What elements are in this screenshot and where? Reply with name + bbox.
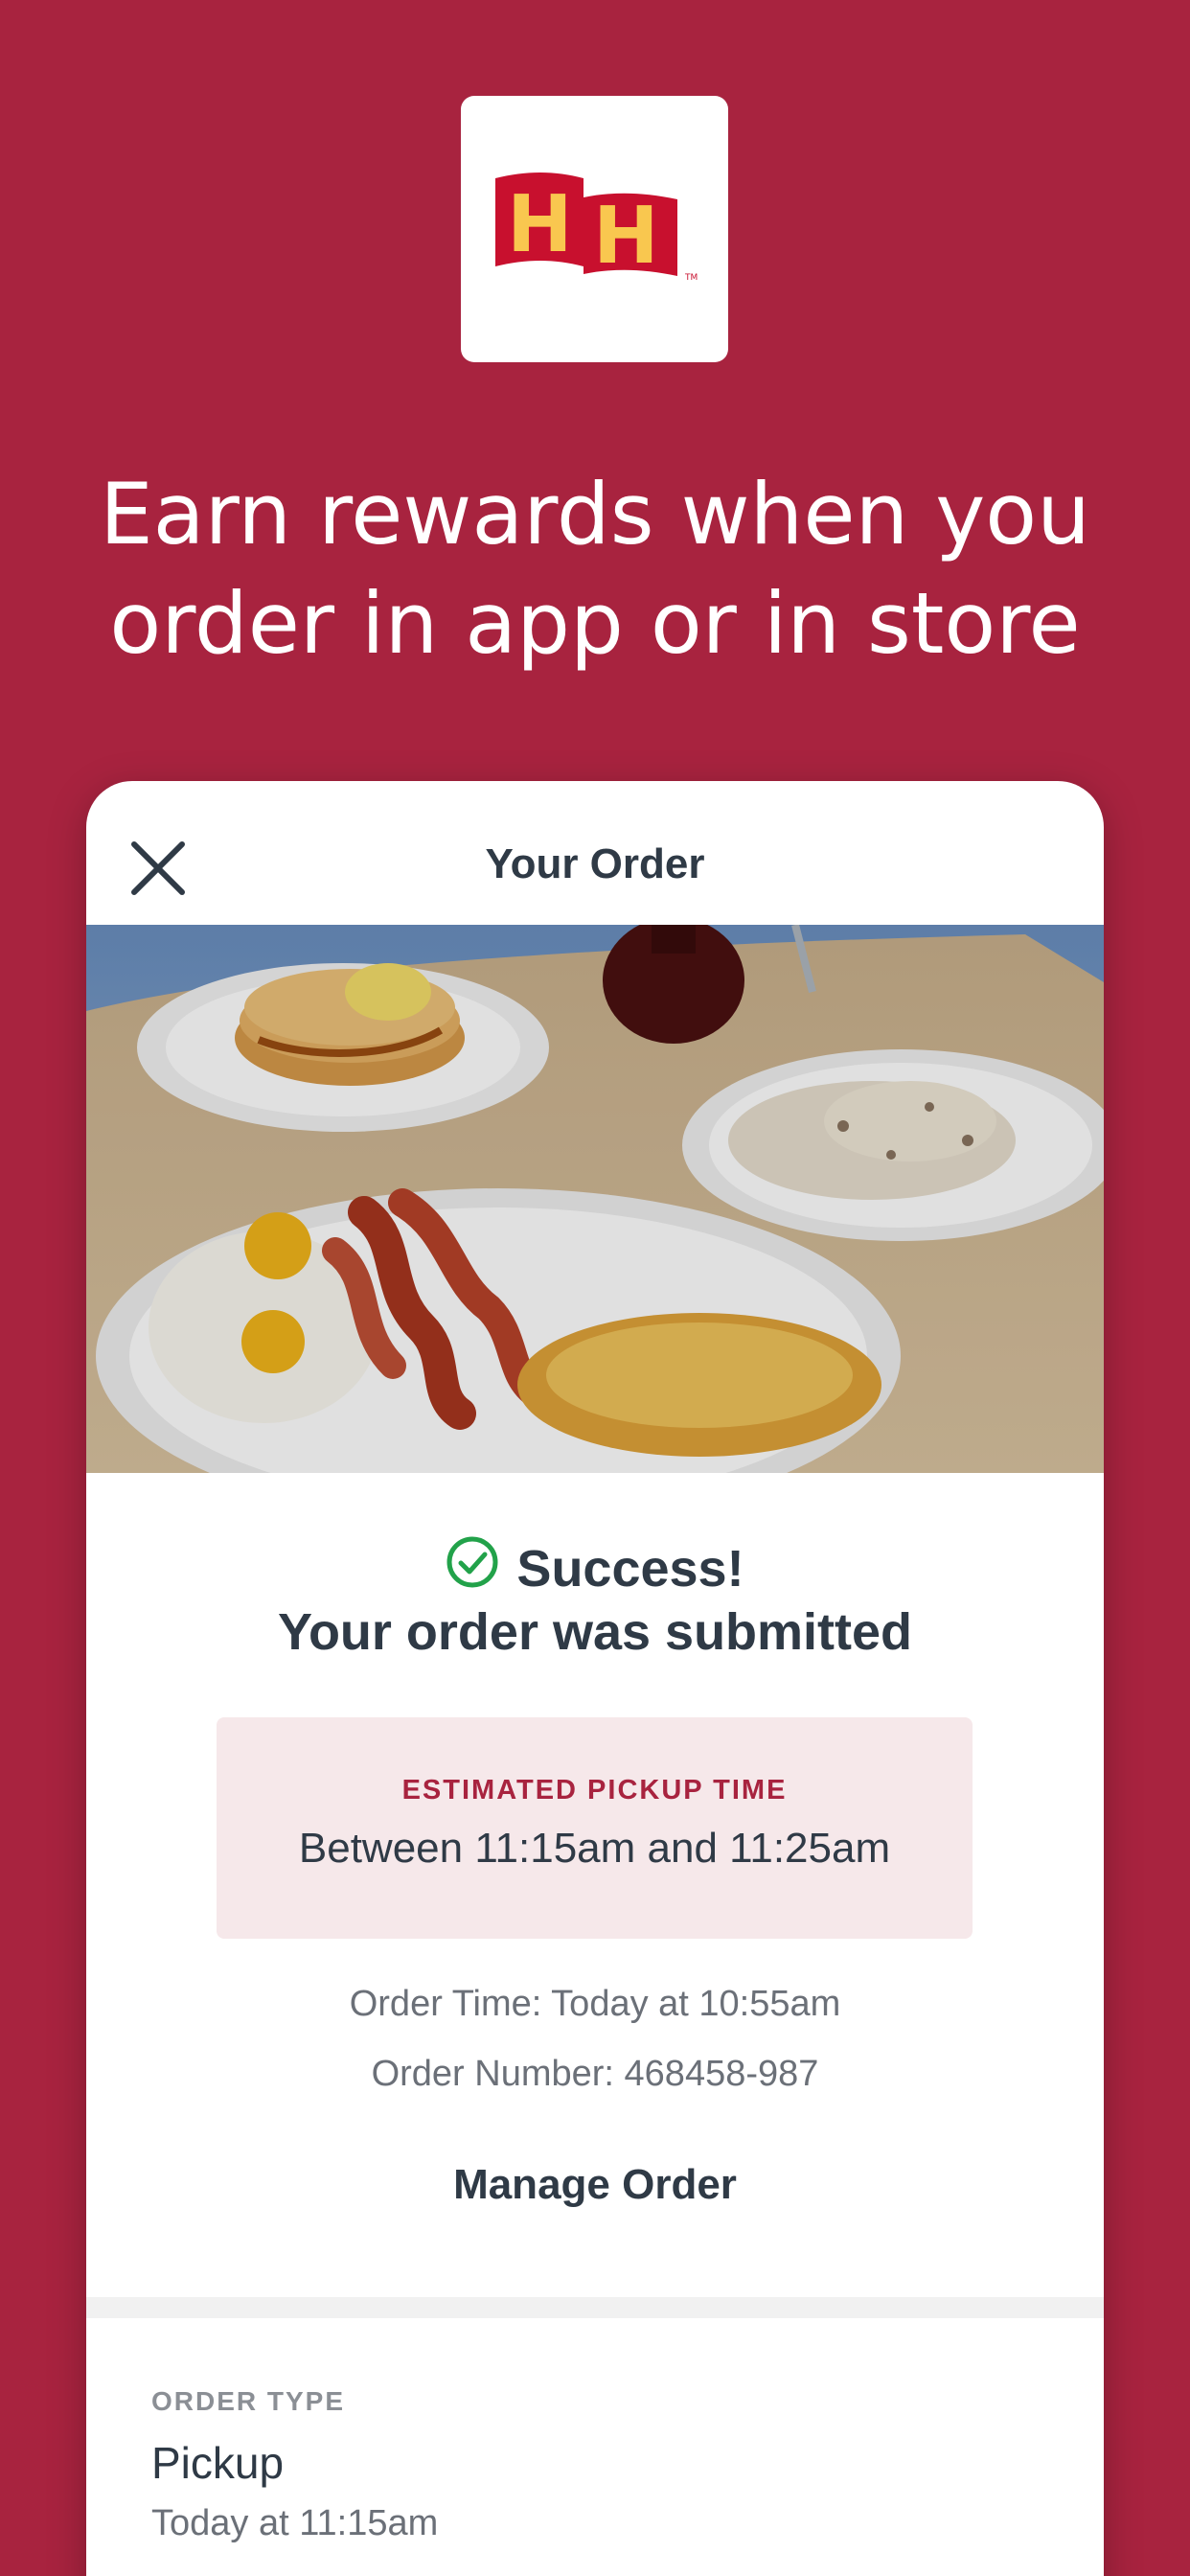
success-heading: Success! [86,1535,1104,1606]
breakfast-plates-photo [86,925,1104,1473]
svg-text:H: H [593,191,659,282]
brand-logo: H H TM [461,96,728,362]
success-title: Success! [516,1540,744,1598]
hh-logo-icon: H H TM [495,172,698,283]
screen: H H TM Earn rewards when you order in ap… [0,0,1190,2576]
pickup-time-box: ESTIMATED PICKUP TIME Between 11:15am an… [217,1717,973,1939]
headline-line-2: order in app or in store [109,574,1081,673]
order-type-time: Today at 11:15am [151,2503,439,2543]
svg-text:TM: TM [684,273,698,283]
order-time: Order Time: Today at 10:55am [349,1984,841,2024]
pickup-time-value: Between 11:15am and 11:25am [298,1825,891,1872]
hero-image [86,925,1104,1473]
page-title: Your Order [485,840,705,887]
manage-order-button[interactable]: Manage Order [86,2161,1104,2209]
headline-line-1: Earn rewards when you [100,465,1090,564]
pickup-time-label: ESTIMATED PICKUP TIME [401,1775,788,1806]
order-confirmation-card: Your Order Success! Your order was submi… [86,781,1104,2576]
success-subtitle: Your order was submitted [277,1603,913,1661]
order-type-value: Pickup [151,2438,285,2488]
check-circle-icon [446,1535,499,1602]
marketing-headline: Earn rewards when you order in app or in… [57,460,1133,678]
svg-text:H: H [507,179,573,270]
section-divider [86,2297,1104,2318]
order-number: Order Number: 468458-987 [371,2054,819,2094]
order-type-label: ORDER TYPE [151,2386,346,2416]
card-header: Your Order [86,781,1104,925]
